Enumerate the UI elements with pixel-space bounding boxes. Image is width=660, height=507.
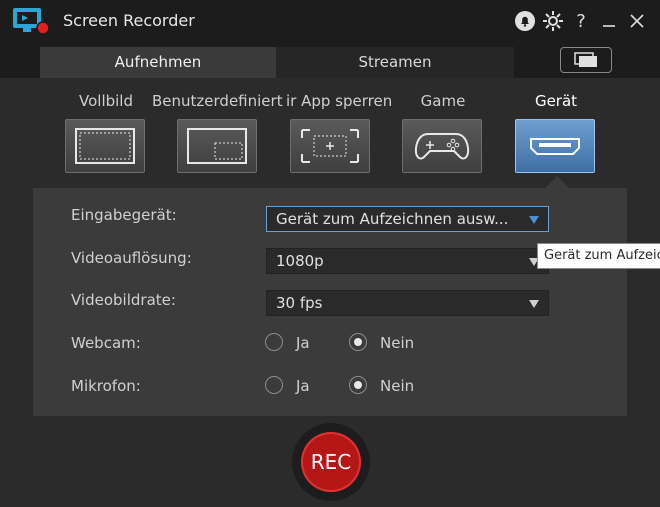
settings-gear-icon[interactable] [540,8,566,34]
mic-no-label: Nein [380,377,415,395]
lock-app-icon [301,129,359,163]
tab-stream[interactable]: Streamen [276,47,514,78]
app-logo-icon [13,8,50,35]
framerate-label: Videobildrate: [71,291,176,309]
close-icon[interactable] [624,8,650,34]
dropdown-arrow-icon [529,216,539,224]
device-settings-panel: Eingabegerät: Gerät zum Aufzeichnen ausw… [33,188,627,416]
mode-label: ir App sperren [286,92,393,110]
framerate-value: 30 fps [276,294,323,312]
rec-button[interactable]: REC [301,432,361,492]
webcam-no-label: Nein [380,334,415,352]
webcam-no-radio[interactable] [349,333,367,351]
input-device-tooltip: Gerät zum Aufzeichnen auswählen [537,243,660,269]
mode-game[interactable]: Game [402,87,484,187]
mode-custom[interactable]: Benutzerdefiniert [150,87,286,187]
mic-yes-radio[interactable] [265,376,283,394]
mode-fullscreen[interactable]: Vollbild [65,87,147,187]
mic-yes-label: Ja [296,377,310,395]
gamepad-icon [414,133,470,160]
mode-lock-app[interactable]: ir App sperren [280,87,394,187]
webcam-label: Webcam: [71,334,141,352]
rec-button-ring: REC [292,423,370,501]
mic-no-radio[interactable] [349,376,367,394]
active-mode-pointer [545,176,569,188]
mode-label: Gerät [534,92,578,110]
minimize-icon[interactable] [596,8,622,34]
help-icon[interactable]: ? [568,8,594,34]
tab-record[interactable]: Aufnehmen [40,47,276,78]
framerate-dropdown[interactable]: 30 fps [266,290,549,316]
resolution-dropdown[interactable]: 1080p [266,248,549,274]
dropdown-arrow-icon [529,300,539,308]
title-bar: Screen Recorder ? [0,0,660,42]
multi-screen-button[interactable] [560,47,612,73]
input-device-label: Eingabegerät: [71,206,177,224]
mode-label: Game [420,92,466,110]
resolution-label: Videoauflösung: [71,249,192,267]
hdmi-device-icon [530,138,580,155]
multi-window-icon [574,52,597,67]
notification-bell-icon[interactable] [512,8,538,34]
webcam-yes-radio[interactable] [265,333,283,351]
mode-label: Benutzerdefiniert [152,92,283,110]
tab-bar: Aufnehmen Streamen [0,42,660,78]
input-device-value: Gerät zum Aufzeichnen ausw... [276,210,509,228]
app-title: Screen Recorder [63,11,195,30]
resolution-value: 1080p [276,252,324,270]
mode-device[interactable]: Gerät [515,87,597,187]
mic-label: Mikrofon: [71,377,141,395]
fullscreen-icon [75,128,135,164]
custom-area-icon [187,128,247,164]
webcam-yes-label: Ja [296,334,310,352]
mode-label: Vollbild [79,92,133,110]
input-device-dropdown[interactable]: Gerät zum Aufzeichnen ausw... [266,206,549,232]
